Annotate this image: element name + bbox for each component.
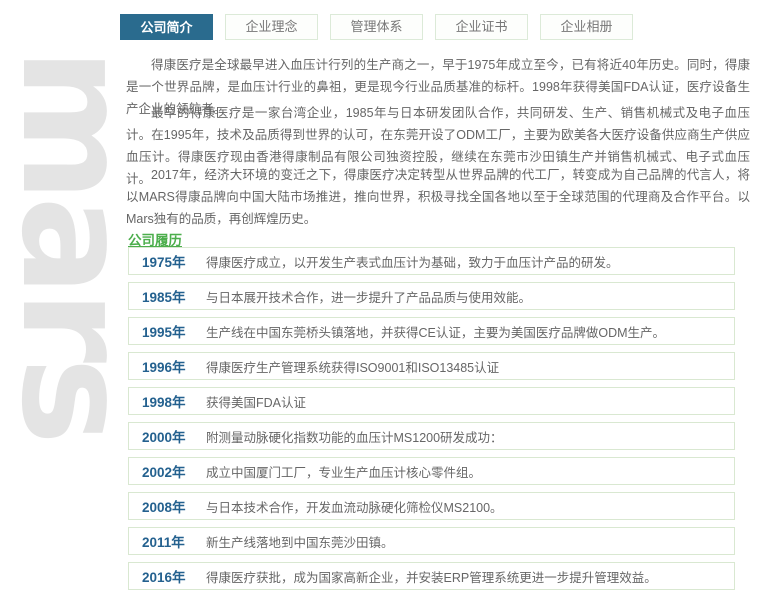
section-tab-bar: 公司简介 企业理念 管理体系 企业证书 企业相册 [120, 14, 633, 40]
history-description: 得康医疗生产管理系统获得ISO9001和ISO13485认证 [206, 357, 499, 376]
history-description: 附测量动脉硬化指数功能的血压计MS1200研发成功： [206, 427, 503, 446]
history-year: 2008年 [142, 496, 190, 516]
history-year: 1995年 [142, 321, 190, 341]
history-row: 2000年 附测量动脉硬化指数功能的血压计MS1200研发成功： [128, 422, 735, 450]
company-history-list: 1975年 得康医疗成立，以开发生产表式血压计为基础，致力于血压计产品的研发。 … [128, 247, 735, 597]
history-year: 2011年 [142, 531, 190, 551]
history-year: 2000年 [142, 426, 190, 446]
tab-1[interactable]: 企业理念 [225, 14, 318, 40]
company-intro-page: mars 公司简介 企业理念 管理体系 企业证书 企业相册 得康医疗是全球最早进… [0, 0, 758, 607]
history-row: 1996年 得康医疗生产管理系统获得ISO9001和ISO13485认证 [128, 352, 735, 380]
history-description: 获得美国FDA认证 [206, 392, 306, 411]
mars-brand-watermark: mars [17, 48, 132, 439]
tab-4[interactable]: 企业相册 [540, 14, 633, 40]
history-row: 1998年 获得美国FDA认证 [128, 387, 735, 415]
history-year: 1996年 [142, 356, 190, 376]
history-row: 2011年 新生产线落地到中国东莞沙田镇。 [128, 527, 735, 555]
tab-label: 管理体系 [350, 19, 402, 34]
history-row: 1985年 与日本展开技术合作，进一步提升了产品品质与使用效能。 [128, 282, 735, 310]
tab-label: 企业相册 [560, 19, 612, 34]
history-description: 与日本技术合作，开发血流动脉硬化筛检仪MS2100。 [206, 497, 503, 516]
tab-3[interactable]: 企业证书 [435, 14, 528, 40]
history-description: 生产线在中国东莞桥头镇落地，并获得CE认证，主要为美国医疗品牌做ODM生产。 [206, 322, 665, 341]
history-year: 2016年 [142, 566, 190, 586]
history-year: 2002年 [142, 461, 190, 481]
tab-label: 企业理念 [245, 19, 297, 34]
history-row: 1995年 生产线在中国东莞桥头镇落地，并获得CE认证，主要为美国医疗品牌做OD… [128, 317, 735, 345]
history-row: 1975年 得康医疗成立，以开发生产表式血压计为基础，致力于血压计产品的研发。 [128, 247, 735, 275]
history-year: 1998年 [142, 391, 190, 411]
tab-2[interactable]: 管理体系 [330, 14, 423, 40]
history-year: 1975年 [142, 251, 190, 271]
tab-0[interactable]: 公司简介 [120, 14, 213, 40]
history-row: 2008年 与日本技术合作，开发血流动脉硬化筛检仪MS2100。 [128, 492, 735, 520]
tab-label: 公司简介 [140, 20, 192, 35]
history-description: 新生产线落地到中国东莞沙田镇。 [206, 532, 394, 551]
history-description: 得康医疗成立，以开发生产表式血压计为基础，致力于血压计产品的研发。 [206, 252, 619, 271]
tab-label: 企业证书 [455, 19, 507, 34]
history-row: 2016年 得康医疗获批，成为国家高新企业，并安装ERP管理系统更进一步提升管理… [128, 562, 735, 590]
intro-paragraph-3: 2017年，经济大环境的变迁之下，得康医疗决定转型从世界品牌的代工厂，转变成为自… [126, 164, 750, 230]
history-description: 与日本展开技术合作，进一步提升了产品品质与使用效能。 [206, 287, 531, 306]
history-year: 1985年 [142, 286, 190, 306]
history-description: 成立中国厦门工厂，专业生产血压计核心零件组。 [206, 462, 481, 481]
history-row: 2002年 成立中国厦门工厂，专业生产血压计核心零件组。 [128, 457, 735, 485]
history-description: 得康医疗获批，成为国家高新企业，并安装ERP管理系统更进一步提升管理效益。 [206, 567, 657, 586]
company-history-heading: 公司履历 [128, 229, 182, 249]
